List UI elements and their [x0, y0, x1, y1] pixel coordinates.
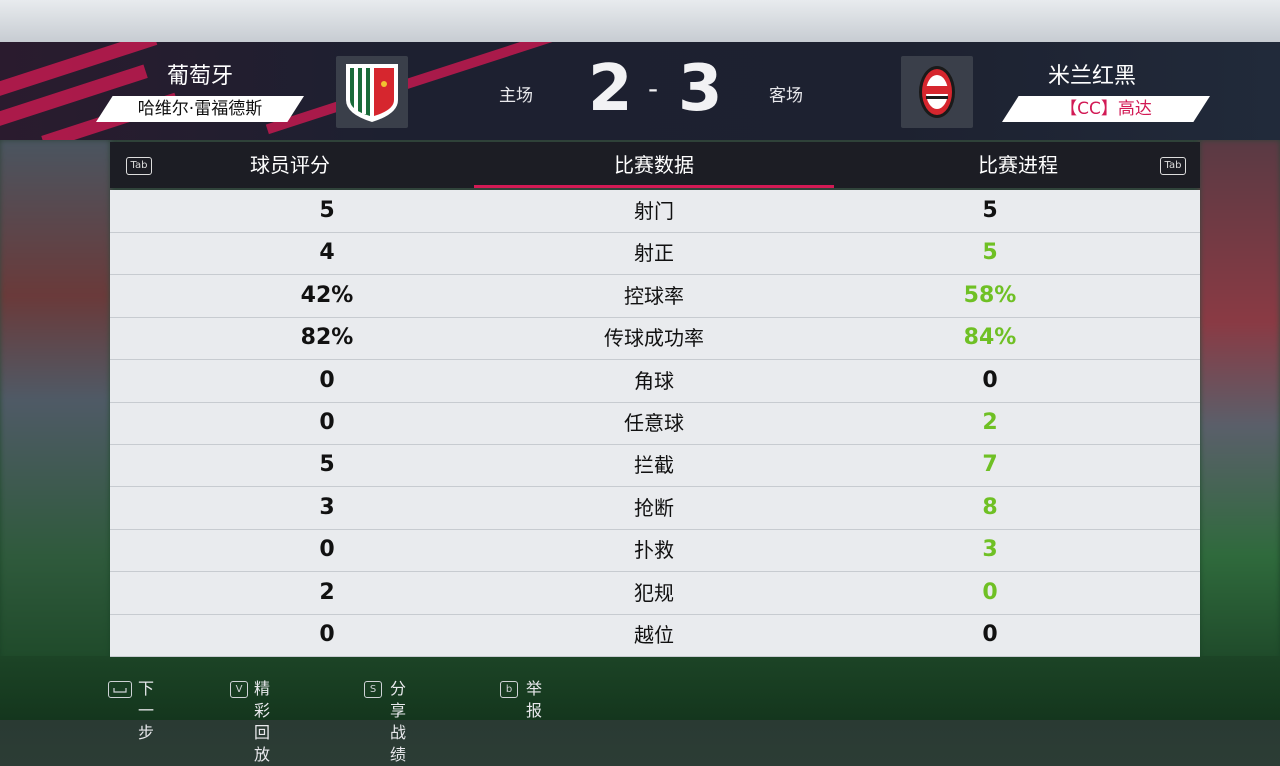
- tab-key-right-icon[interactable]: Tab: [1160, 157, 1186, 175]
- stat-row: 2 犯规 0: [110, 572, 1200, 615]
- stats-table: 5 射门 5 4 射正 5 42% 控球率 58% 82% 传球成功率 84% 0 角球 0 0 任意球 2 5 拦截…: [110, 190, 1200, 657]
- stat-label: 传球成功率: [604, 326, 704, 351]
- key-s-icon: S: [364, 681, 382, 698]
- stat-row: 3 抢断 8: [110, 487, 1200, 530]
- background-top: [0, 0, 1280, 42]
- stat-label: 扑救: [634, 538, 674, 563]
- stat-row: 5 拦截 7: [110, 444, 1200, 488]
- hint-replay[interactable]: 精彩回放: [254, 678, 270, 764]
- stat-home-value: 3: [319, 494, 335, 520]
- stat-home-value: 0: [319, 537, 335, 563]
- stat-away-value: 0: [982, 622, 998, 647]
- stat-label: 越位: [634, 623, 674, 647]
- background-stadium-right: [1200, 140, 1280, 660]
- stat-label: 射门: [634, 199, 674, 223]
- stat-home-value: 5: [319, 452, 335, 478]
- stat-row: 0 越位 0: [110, 614, 1200, 657]
- home-side-label: 主场: [499, 86, 533, 106]
- stat-label: 控球率: [624, 283, 684, 308]
- stat-away-value: 2: [982, 410, 998, 435]
- stat-home-value: 0: [319, 410, 335, 435]
- stat-label: 拦截: [634, 453, 674, 478]
- hint-share[interactable]: 分享战绩: [390, 678, 406, 764]
- stat-row: 42% 控球率 58%: [110, 275, 1200, 318]
- home-crest: [336, 56, 408, 128]
- stat-away-value: 3: [982, 537, 998, 563]
- home-score: 2: [588, 52, 633, 126]
- home-team-name: 葡萄牙: [166, 64, 233, 89]
- background-pitch: [0, 656, 1280, 720]
- stat-away-value: 5: [982, 198, 998, 223]
- key-b-icon: b: [500, 681, 518, 698]
- score-separator: -: [648, 72, 659, 105]
- stat-away-value: 0: [982, 579, 998, 605]
- stat-label: 射正: [634, 241, 674, 266]
- home-player-name: 哈维尔·雷福德斯: [96, 96, 304, 122]
- stat-home-value: 4: [319, 240, 335, 266]
- stat-label: 任意球: [624, 411, 684, 435]
- stat-row: 0 扑救 3: [110, 529, 1200, 573]
- away-score: 3: [678, 52, 723, 126]
- stat-home-value: 0: [319, 367, 335, 393]
- away-player-name: 【CC】高达: [1002, 96, 1210, 122]
- stat-away-value: 5: [982, 240, 998, 266]
- stat-away-value: 58%: [963, 282, 1017, 308]
- stat-home-value: 0: [319, 622, 335, 647]
- stat-row: 82% 传球成功率 84%: [110, 317, 1200, 361]
- hint-next-step[interactable]: 下一步: [138, 678, 154, 742]
- stat-home-value: 82%: [300, 325, 354, 351]
- stat-home-value: 42%: [300, 282, 354, 308]
- tab-match-timeline[interactable]: 比赛进程: [838, 142, 1198, 188]
- scoreboard-header: 葡萄牙 哈维尔·雷福德斯 主场 2 - 3 客场 米兰红黑 【CC】高达: [0, 42, 1280, 140]
- milan-crest-icon: [919, 66, 955, 118]
- away-crest: [901, 56, 973, 128]
- tab-player-ratings[interactable]: 球员评分: [110, 142, 470, 188]
- tab-match-stats[interactable]: 比赛数据: [474, 142, 834, 188]
- away-side-label: 客场: [769, 86, 803, 106]
- stat-away-value: 84%: [963, 325, 1017, 351]
- stat-row: 0 任意球 2: [110, 402, 1200, 445]
- stat-label: 犯规: [634, 580, 674, 605]
- tab-bar: Tab 球员评分 比赛数据 比赛进程 Tab: [110, 142, 1200, 188]
- hint-report[interactable]: 举报: [526, 678, 542, 720]
- portugal-crest-icon: [346, 64, 398, 122]
- active-tab-indicator: [474, 185, 834, 188]
- stat-row: 5 射门 5: [110, 190, 1200, 233]
- stat-row: 4 射正 5: [110, 232, 1200, 276]
- away-team-name: 米兰红黑: [1047, 64, 1136, 89]
- spacebar-key-icon: [108, 681, 132, 698]
- stat-row: 0 角球 0: [110, 360, 1200, 403]
- stat-home-value: 5: [319, 198, 335, 223]
- stat-away-value: 8: [982, 494, 998, 520]
- stat-away-value: 0: [982, 367, 998, 393]
- background-stadium-left: [0, 140, 110, 660]
- stat-away-value: 7: [982, 452, 998, 478]
- stat-label: 抢断: [634, 495, 674, 520]
- key-v-icon: V: [230, 681, 248, 698]
- stat-home-value: 2: [319, 579, 335, 605]
- stat-label: 角球: [634, 368, 674, 393]
